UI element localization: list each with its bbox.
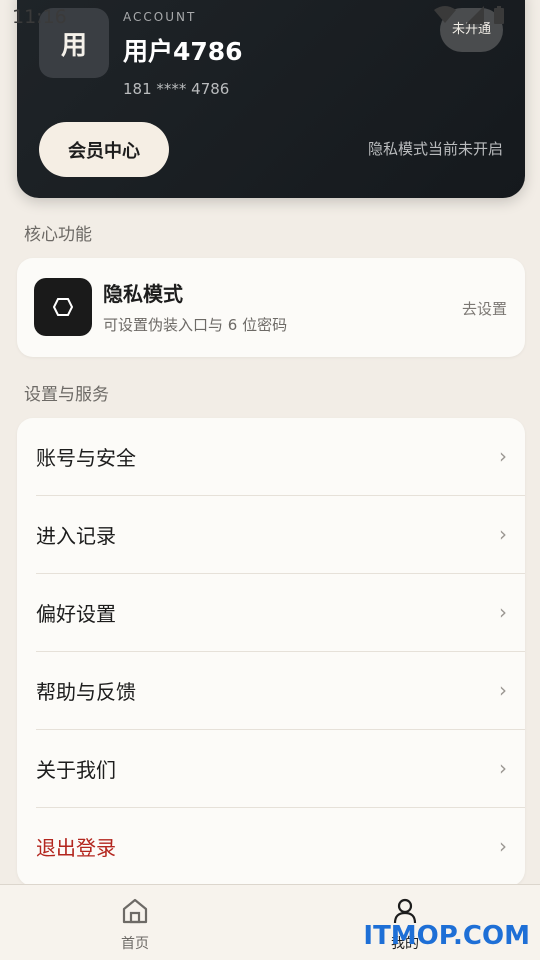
nav-item-home[interactable]: 首页 [0,885,270,960]
chevron-right-icon: › [499,522,507,546]
account-eyebrow: ACCOUNT [123,10,197,24]
settings-item-account-security[interactable]: 账号与安全 › [17,418,525,496]
core-section-title: 核心功能 [24,225,92,245]
member-center-button[interactable]: 会员中心 [39,122,169,177]
settings-item-about-us[interactable]: 关于我们 › [17,730,525,808]
nav-label-home: 首页 [121,936,149,952]
settings-item-label: 进入记录 [36,524,116,548]
settings-item-help-feedback[interactable]: 帮助与反馈 › [17,652,525,730]
status-icons [434,6,504,24]
chevron-right-icon: › [499,444,507,468]
chevron-right-icon: › [499,678,507,702]
settings-item-label: 关于我们 [36,758,116,782]
signal-icon [466,6,484,24]
settings-list: 账号与安全 › 进入记录 › 偏好设置 › 帮助与反馈 › 关于我们 › 退出登… [17,418,525,886]
privacy-mode-description: 可设置伪装入口与 6 位密码 [103,316,288,334]
settings-section-title: 设置与服务 [24,385,109,405]
account-phone: 181 **** 4786 [123,80,230,98]
privacy-mode-card[interactable]: 隐私模式 可设置伪装入口与 6 位密码 去设置 [17,258,525,357]
logout-label: 退出登录 [36,836,116,860]
settings-item-entry-records[interactable]: 进入记录 › [17,496,525,574]
privacy-mode-setup-link[interactable]: 去设置 [462,298,507,319]
status-time: 11:16 [12,6,67,28]
hexagon-icon [34,278,92,336]
chevron-right-icon: › [499,756,507,780]
battery-icon [494,6,504,24]
home-icon [122,898,148,924]
settings-item-preferences[interactable]: 偏好设置 › [17,574,525,652]
account-card: 用 ACCOUNT 用户4786 181 **** 4786 未开通 会员中心 … [17,0,525,198]
settings-item-label: 偏好设置 [36,602,116,626]
privacy-mode-title: 隐私模式 [103,282,183,306]
watermark-logo: ITMOP.COM [363,921,530,951]
chevron-right-icon: › [499,600,507,624]
logout-button[interactable]: 退出登录 › [17,808,525,886]
chevron-right-icon: › [499,834,507,858]
settings-item-label: 帮助与反馈 [36,680,136,704]
settings-item-label: 账号与安全 [36,446,136,470]
wifi-icon [434,6,456,23]
account-name: 用户4786 [123,37,243,66]
privacy-status-text: 隐私模式当前未开启 [367,140,503,158]
